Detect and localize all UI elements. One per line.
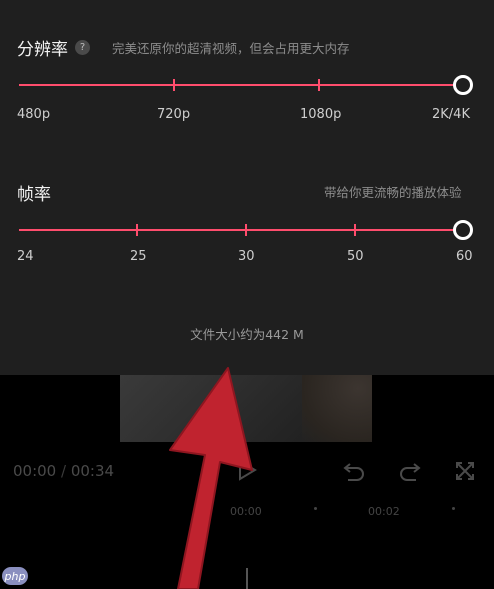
frame-rate-option-50[interactable]: 50	[347, 249, 364, 264]
frame-rate-tick-50[interactable]	[354, 224, 356, 236]
frame-rate-option-30[interactable]: 30	[238, 249, 255, 264]
timeline-mark-1: 00:02	[368, 505, 400, 518]
frame-rate-tick-30[interactable]	[245, 224, 247, 236]
resolution-label: 分辨率	[17, 40, 68, 60]
play-icon[interactable]	[236, 458, 258, 487]
redo-icon[interactable]	[398, 460, 422, 487]
resolution-option-1080p[interactable]: 1080p	[300, 107, 341, 122]
resolution-slider[interactable]	[19, 73, 473, 97]
total-time: 00:34	[70, 462, 115, 480]
timeline-mark-0: 00:00	[230, 505, 262, 518]
current-time: 00:00	[13, 462, 57, 480]
frame-rate-option-24[interactable]: 24	[17, 249, 34, 264]
frame-rate-option-labels: 24 25 30 50 60	[0, 249, 494, 265]
undo-icon[interactable]	[342, 460, 366, 487]
video-preview	[120, 375, 372, 442]
resolution-option-labels: 480p 720p 1080p 2K/4K	[0, 107, 494, 123]
resolution-hint: 完美还原你的超清视频，但会占用更大内存	[112, 41, 350, 56]
frame-rate-label: 帧率	[17, 185, 51, 205]
resolution-option-720p[interactable]: 720p	[157, 107, 190, 122]
resolution-slider-thumb[interactable]	[453, 75, 473, 95]
export-settings-panel: 分辨率 ? 完美还原你的超清视频，但会占用更大内存 480p 720p 1080…	[0, 0, 494, 375]
resolution-slider-track[interactable]	[19, 84, 463, 86]
resolution-tick-720p[interactable]	[173, 79, 175, 91]
frame-rate-title: 帧率	[17, 180, 51, 205]
frame-rate-slider-thumb[interactable]	[453, 220, 473, 240]
timeline-dot	[452, 507, 455, 510]
playback-time: 00:00 / 00:34	[13, 462, 114, 480]
time-separator: /	[56, 462, 71, 480]
help-icon[interactable]: ?	[75, 40, 90, 55]
resolution-option-480p[interactable]: 480p	[17, 107, 50, 122]
frame-rate-option-60[interactable]: 60	[456, 249, 473, 264]
frame-rate-tick-25[interactable]	[136, 224, 138, 236]
frame-rate-option-25[interactable]: 25	[130, 249, 147, 264]
frame-rate-slider-track[interactable]	[19, 229, 463, 231]
resolution-title: 分辨率 ?	[17, 35, 90, 60]
resolution-tick-1080p[interactable]	[318, 79, 320, 91]
timeline-dot	[314, 507, 317, 510]
php-watermark: php	[2, 567, 28, 585]
fullscreen-icon[interactable]	[454, 460, 476, 487]
frame-rate-slider[interactable]	[19, 218, 473, 242]
frame-rate-hint: 带给你更流畅的播放体验	[324, 185, 462, 200]
resolution-option-2k4k[interactable]: 2K/4K	[432, 107, 470, 122]
timeline-playhead[interactable]	[246, 568, 248, 589]
file-size-estimate: 文件大小约为442 M	[190, 327, 304, 342]
